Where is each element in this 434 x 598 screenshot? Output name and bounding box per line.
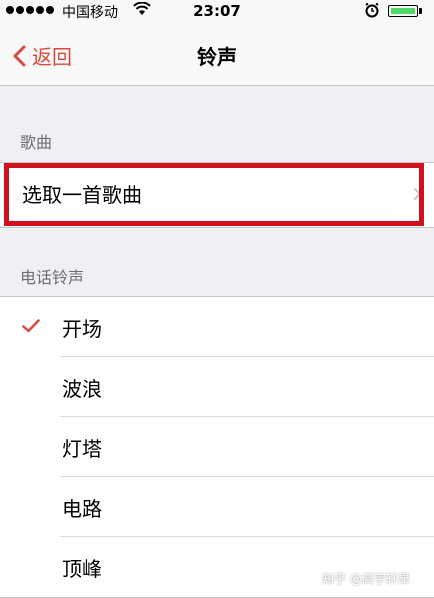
ringtone-label: 顶峰: [62, 557, 102, 581]
status-bar: 中国移动 23:07: [0, 0, 434, 22]
ringtone-label: 波浪: [62, 377, 102, 401]
highlight-box: [4, 163, 424, 226]
alarm-clock-icon: [364, 2, 380, 22]
ringtone-item[interactable]: 电路: [0, 477, 434, 537]
page-title: 铃声: [197, 45, 237, 69]
checkmark-icon: [22, 319, 40, 333]
ringtone-label: 开场: [62, 317, 102, 341]
ringtones-section-header: 电话铃声: [20, 268, 85, 287]
battery-tip: [419, 8, 422, 14]
ringtone-list: 开场 波浪 灯塔 电路 顶峰: [0, 296, 434, 598]
ringtone-item[interactable]: 灯塔: [0, 417, 434, 477]
ringtone-item[interactable]: 开场: [0, 297, 434, 357]
ringtone-item[interactable]: 波浪: [0, 357, 434, 417]
ringtone-item[interactable]: 顶峰: [0, 537, 434, 597]
ringtone-label: 灯塔: [62, 437, 102, 461]
songs-section-header: 歌曲: [20, 133, 53, 152]
battery-icon: [388, 5, 418, 17]
navigation-bar: 返回 铃声: [0, 22, 434, 86]
watermark: 知乎 @高宇轩昂: [322, 572, 410, 586]
ringtone-label: 电路: [62, 497, 102, 521]
